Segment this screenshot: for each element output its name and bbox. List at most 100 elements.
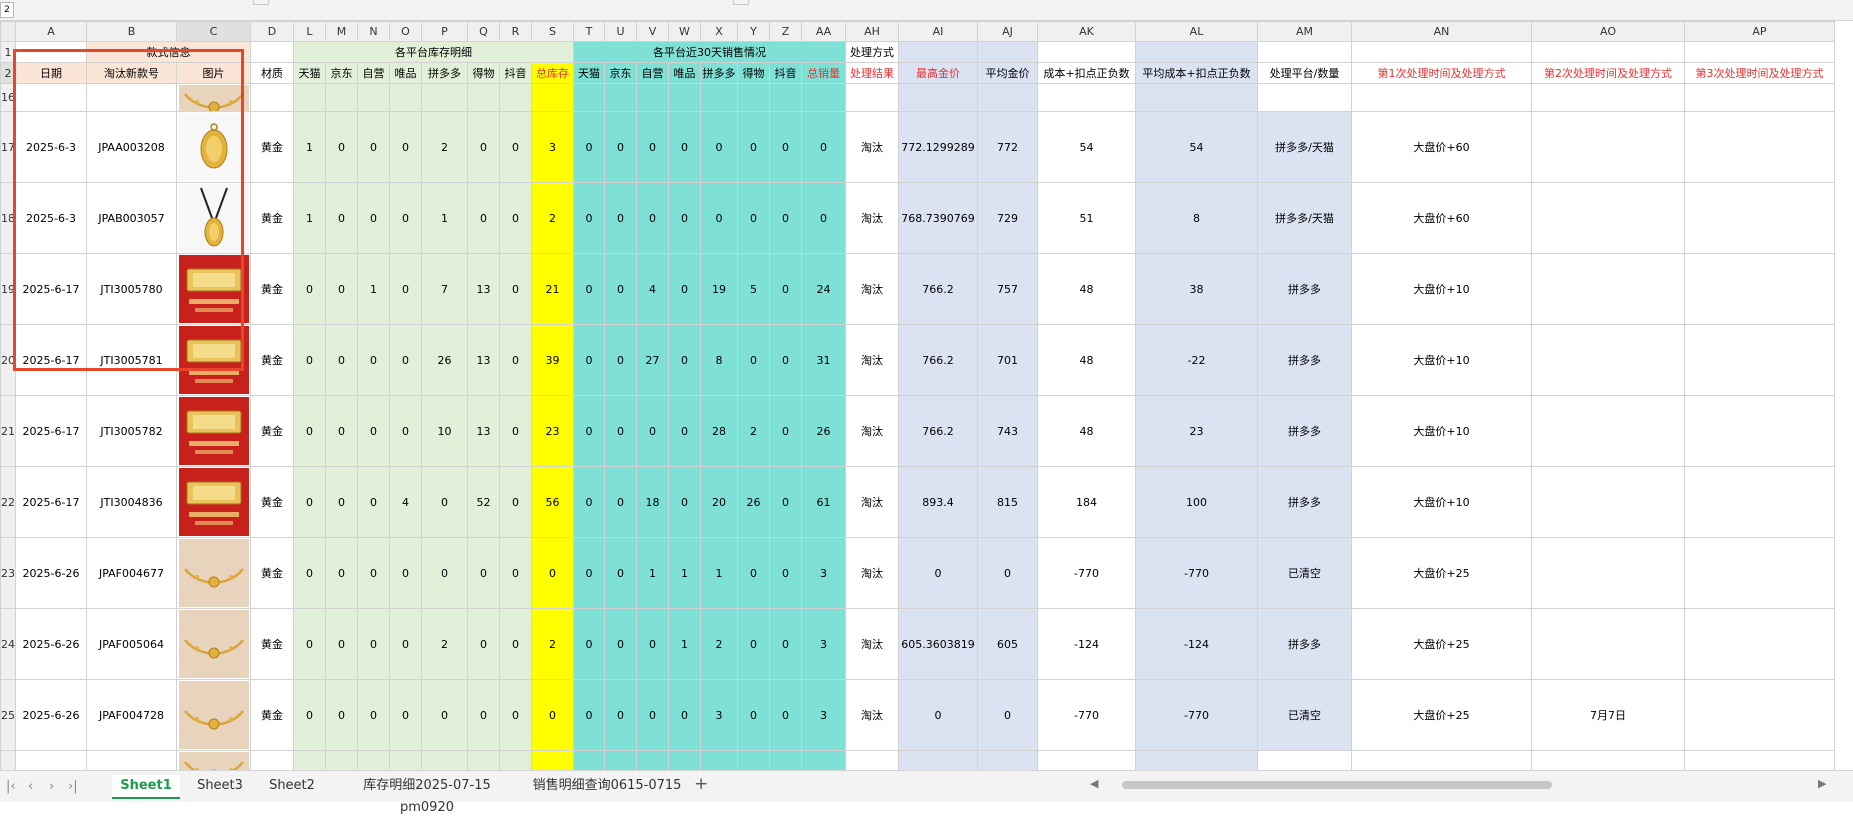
cell-total-inventory[interactable]: 2 bbox=[531, 182, 574, 254]
cell-sales[interactable]: 0 bbox=[573, 679, 605, 751]
cell-total-inventory[interactable]: 2 bbox=[531, 608, 574, 680]
cell-avg-cost-margin[interactable]: -770 bbox=[1135, 537, 1258, 609]
cell-inventory[interactable]: 0 bbox=[325, 395, 358, 467]
row-header[interactable]: 24 bbox=[0, 608, 16, 680]
column-header[interactable]: N bbox=[357, 21, 390, 42]
cell-sales[interactable]: 0 bbox=[769, 608, 802, 680]
cell-inventory[interactable]: 0 bbox=[389, 182, 422, 254]
cell-max-price[interactable]: 766.2 bbox=[898, 324, 978, 396]
spreadsheet-grid[interactable]: A B C D L M N O P Q R S T U V W X Y Z AA AH AI AJ AK AL AM AN AO AP 1… bbox=[0, 21, 1853, 770]
cell-platform-qty[interactable]: 拼多多 bbox=[1257, 253, 1352, 325]
cell-inventory[interactable]: 0 bbox=[325, 111, 358, 183]
column-title[interactable]: 唯品 bbox=[668, 62, 701, 84]
cell-empty[interactable] bbox=[898, 41, 978, 63]
column-header[interactable]: AL bbox=[1135, 21, 1258, 42]
cell-empty[interactable] bbox=[1684, 83, 1835, 112]
cell-image[interactable] bbox=[176, 395, 251, 467]
column-title[interactable]: 京东 bbox=[325, 62, 358, 84]
table-row[interactable]: 19 2025-6-17 JTI3005780 黄金 0 0 1 0 7 13 0 21 0 0 4 0 19 5… bbox=[0, 253, 1835, 325]
cell-max-price[interactable]: 772.1299289 bbox=[898, 111, 978, 183]
cell-style-code[interactable]: JPAF004728 bbox=[86, 679, 177, 751]
cell-material[interactable]: 黄金 bbox=[250, 679, 294, 751]
cell-date[interactable]: 2025-6-3 bbox=[15, 182, 87, 254]
cell-image[interactable] bbox=[176, 253, 251, 325]
cell-sales[interactable]: 0 bbox=[604, 537, 637, 609]
cell-inventory[interactable]: 0 bbox=[325, 182, 358, 254]
column-header[interactable]: P bbox=[421, 21, 468, 42]
cell-material[interactable]: 黄金 bbox=[250, 111, 294, 183]
cell-inventory[interactable]: 0 bbox=[357, 182, 390, 254]
prev-sheet-icon[interactable]: ‹ bbox=[28, 779, 33, 794]
cell-empty[interactable] bbox=[389, 83, 422, 112]
cell-empty[interactable] bbox=[1351, 41, 1532, 63]
column-header[interactable]: AK bbox=[1037, 21, 1136, 42]
cell-empty[interactable] bbox=[1257, 41, 1352, 63]
cell-inventory[interactable]: 0 bbox=[293, 537, 326, 609]
cell-sales[interactable]: 0 bbox=[604, 182, 637, 254]
cell-sales[interactable]: 5 bbox=[737, 253, 770, 325]
next-sheet-icon[interactable]: › bbox=[49, 779, 54, 794]
cell-inventory[interactable]: 0 bbox=[357, 608, 390, 680]
cell-inventory[interactable]: 0 bbox=[293, 466, 326, 538]
cell-sales[interactable]: 4 bbox=[636, 253, 669, 325]
cell-first-handling[interactable]: 大盘价+10 bbox=[1351, 466, 1532, 538]
cell-platform-qty[interactable]: 拼多多 bbox=[1257, 466, 1352, 538]
cell-total-inventory[interactable]: 21 bbox=[531, 253, 574, 325]
cell-inventory[interactable]: 0 bbox=[357, 466, 390, 538]
tab-sales-detail[interactable]: 销售明细查询0615-0715 bbox=[532, 775, 682, 797]
cell-third-handling[interactable] bbox=[1684, 395, 1835, 467]
cell-inventory[interactable]: 0 bbox=[499, 679, 532, 751]
column-header[interactable]: M bbox=[325, 21, 358, 42]
row-header[interactable]: 25 bbox=[0, 679, 16, 751]
column-title[interactable]: 图片 bbox=[176, 62, 251, 84]
cell-sales[interactable]: 18 bbox=[636, 466, 669, 538]
cell-date[interactable]: 2025-6-17 bbox=[15, 466, 87, 538]
cell-platform-qty[interactable]: 已清空 bbox=[1257, 537, 1352, 609]
cell-date[interactable]: 2025-6-26 bbox=[15, 537, 87, 609]
cell-total-inventory[interactable]: 56 bbox=[531, 466, 574, 538]
cell-empty[interactable] bbox=[357, 83, 390, 112]
row-header[interactable]: 23 bbox=[0, 537, 16, 609]
cell-empty[interactable] bbox=[325, 83, 358, 112]
cell-avg-price[interactable]: 701 bbox=[977, 324, 1038, 396]
cell-empty[interactable] bbox=[668, 83, 701, 112]
cell-sales[interactable]: 0 bbox=[604, 608, 637, 680]
cell-empty[interactable] bbox=[250, 750, 294, 770]
cell-sales[interactable]: 8 bbox=[700, 324, 738, 396]
cell-second-handling[interactable] bbox=[1531, 182, 1685, 254]
cell-style-code[interactable]: JTI3005782 bbox=[86, 395, 177, 467]
cell-avg-cost-margin[interactable]: -124 bbox=[1135, 608, 1258, 680]
row-header[interactable]: 20 bbox=[0, 324, 16, 396]
cell-cost-margin[interactable]: 48 bbox=[1037, 253, 1136, 325]
cell-result[interactable]: 淘汰 bbox=[845, 608, 899, 680]
cell-second-handling[interactable] bbox=[1531, 395, 1685, 467]
cell-empty[interactable] bbox=[1531, 750, 1685, 770]
cell-inventory[interactable]: 0 bbox=[293, 679, 326, 751]
cell-empty[interactable] bbox=[1684, 41, 1835, 63]
column-header[interactable]: AI bbox=[898, 21, 978, 42]
cell-max-price[interactable]: 768.7390769 bbox=[898, 182, 978, 254]
tab-sheet2[interactable]: Sheet2 bbox=[262, 775, 322, 797]
cell-second-handling[interactable] bbox=[1531, 253, 1685, 325]
cell-empty[interactable] bbox=[1684, 750, 1835, 770]
row-header[interactable]: 22 bbox=[0, 466, 16, 538]
cell-first-handling[interactable]: 大盘价+25 bbox=[1351, 537, 1532, 609]
column-header[interactable]: X bbox=[700, 21, 738, 42]
cell-empty[interactable] bbox=[636, 83, 669, 112]
cell-date[interactable]: 2025-6-17 bbox=[15, 324, 87, 396]
cell-second-handling[interactable] bbox=[1531, 466, 1685, 538]
cell-total-sales[interactable]: 0 bbox=[801, 111, 846, 183]
cell-first-handling[interactable]: 大盘价+10 bbox=[1351, 324, 1532, 396]
cell-avg-cost-margin[interactable]: -22 bbox=[1135, 324, 1258, 396]
cell-sales[interactable]: 0 bbox=[604, 253, 637, 325]
cell-avg-price[interactable]: 0 bbox=[977, 537, 1038, 609]
cell-sales[interactable]: 0 bbox=[700, 111, 738, 183]
cell-total-inventory[interactable]: 0 bbox=[531, 679, 574, 751]
cell-material[interactable]: 黄金 bbox=[250, 466, 294, 538]
cell-first-handling[interactable]: 大盘价+10 bbox=[1351, 395, 1532, 467]
column-title[interactable]: 唯品 bbox=[389, 62, 422, 84]
cell-empty[interactable] bbox=[1257, 83, 1352, 112]
cell-total-sales[interactable]: 3 bbox=[801, 679, 846, 751]
column-header[interactable]: D bbox=[250, 21, 294, 42]
cell-inventory[interactable]: 0 bbox=[467, 111, 500, 183]
